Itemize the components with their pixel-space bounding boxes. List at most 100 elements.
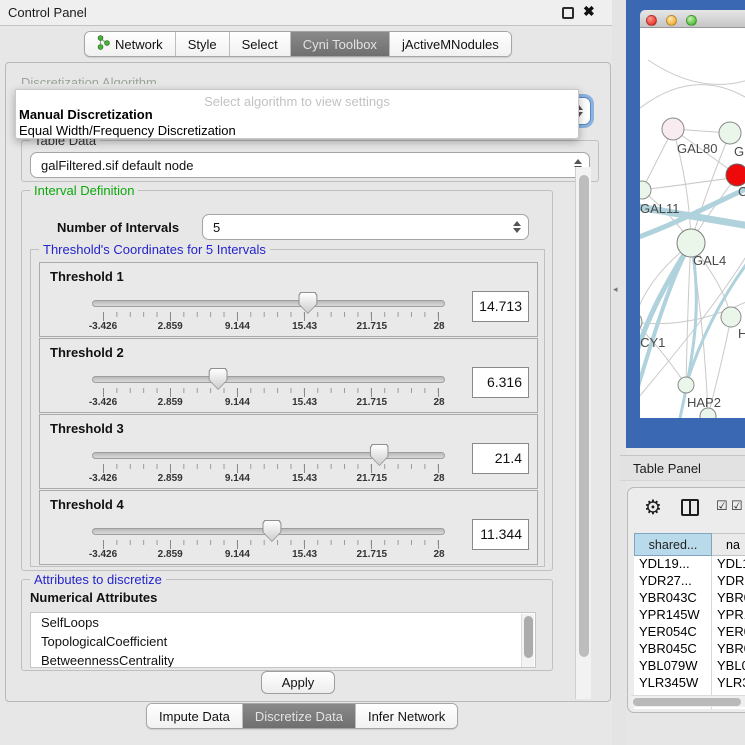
tab-network[interactable]: Network <box>85 32 176 56</box>
close-icon[interactable]: ✖ <box>583 3 595 20</box>
node-top-right[interactable] <box>719 122 741 144</box>
select-some-checkbox-icon[interactable]: ☑ <box>731 498 743 514</box>
threshold-4-value[interactable]: 11.344 <box>472 519 529 550</box>
table-row[interactable]: YLR345WYLR3 <box>634 675 745 692</box>
select-all-checkbox-icon[interactable]: ☑ <box>716 498 728 514</box>
tick-label: 15.43 <box>292 397 317 408</box>
table-row[interactable]: YBR043CYBR0 <box>634 590 745 607</box>
slider-thumb[interactable] <box>209 368 228 390</box>
apply-button[interactable]: Apply <box>261 671 335 694</box>
table-cell[interactable]: YBR0 <box>712 590 745 607</box>
node-hap2[interactable] <box>678 377 694 393</box>
tab-discretize-data[interactable]: Discretize Data <box>243 704 356 728</box>
slider-major-ticks <box>103 540 439 549</box>
threshold-3-slider[interactable]: -3.4262.8599.14415.4321.71528 <box>92 445 445 487</box>
table-row[interactable]: YDL19...YDL1 <box>634 556 745 573</box>
tab-select[interactable]: Select <box>230 32 291 56</box>
algorithm-popup: Select algorithm to view settings Manual… <box>15 89 579 139</box>
slider-track[interactable] <box>92 300 445 307</box>
attribute-item[interactable]: SelfLoops <box>31 613 535 632</box>
table-cell[interactable]: YER0 <box>712 624 745 641</box>
slider-tick-labels: -3.4262.8599.14415.4321.71528 <box>103 397 439 411</box>
table-cell[interactable]: YDL1 <box>712 556 745 573</box>
panel-splitter[interactable] <box>612 0 626 745</box>
gear-icon[interactable]: ⚙ <box>644 495 662 520</box>
attributes-group: Attributes to discretize Numerical Attri… <box>21 579 553 671</box>
threshold-2-value[interactable]: 6.316 <box>472 367 529 398</box>
slider-thumb[interactable] <box>298 292 317 314</box>
table-cell[interactable]: YLR3 <box>712 675 745 692</box>
slider-tick-labels: -3.4262.8599.14415.4321.71528 <box>103 321 439 335</box>
tab-cyni-toolbox[interactable]: Cyni Toolbox <box>291 32 390 56</box>
table-row[interactable]: YBL079WYBL0 <box>634 658 745 675</box>
tick-label: 28 <box>433 321 444 332</box>
tick-label: 9.144 <box>225 473 250 484</box>
table-cell[interactable]: YBR0 <box>712 641 745 658</box>
network-canvas[interactable]: GAL80 G C GAL11 GAL4 GCY1 H HAP2 <box>640 28 745 418</box>
table-cell[interactable]: YLR345W <box>634 675 712 692</box>
tick-label: -3.426 <box>89 473 117 484</box>
attribute-item[interactable]: TopologicalCoefficient <box>31 632 535 651</box>
table-data-combobox[interactable]: galFiltered.sif default node <box>30 152 590 178</box>
tick-label: 15.43 <box>292 549 317 560</box>
threshold-4-slider[interactable]: -3.4262.8599.14415.4321.71528 <box>92 521 445 563</box>
tick-label: 2.859 <box>158 473 183 484</box>
minimize-traffic-light[interactable] <box>666 15 677 26</box>
splitter-handle-icon[interactable]: ◂ <box>613 284 618 295</box>
node-red-selected[interactable] <box>726 164 745 186</box>
node-gal80[interactable] <box>662 118 684 140</box>
slider-thumb[interactable] <box>262 520 281 542</box>
tick-label: 9.144 <box>225 549 250 560</box>
table-row[interactable]: YBR045CYBR0 <box>634 641 745 658</box>
zoom-traffic-light[interactable] <box>686 15 697 26</box>
panel-scrollbar[interactable] <box>575 167 591 699</box>
tab-infer-network[interactable]: Infer Network <box>356 704 457 728</box>
node-right-mid[interactable] <box>721 307 741 327</box>
list-scrollbar[interactable] <box>521 614 534 668</box>
table-cell[interactable]: YPR145W <box>634 607 712 624</box>
table-cell[interactable]: YDL19... <box>634 556 712 573</box>
node-label-fragment-h: H <box>738 326 745 341</box>
column-header-shared-name[interactable]: shared... <box>634 533 712 556</box>
threshold-4-label: Threshold 4 <box>50 497 124 512</box>
tab-jactivemnodules[interactable]: jActiveMNodules <box>390 32 511 56</box>
number-of-intervals-combobox[interactable]: 5 <box>202 214 529 240</box>
table-cell[interactable]: YDR27... <box>634 573 712 590</box>
column-header-name[interactable]: na <box>712 533 745 556</box>
threshold-1-slider[interactable]: -3.4262.8599.14415.4321.71528 <box>92 293 445 335</box>
table-cell[interactable]: YBL0 <box>712 658 745 675</box>
threshold-1-value[interactable]: 14.713 <box>472 291 529 322</box>
columns-icon[interactable] <box>681 499 699 516</box>
threshold-2-slider[interactable]: -3.4262.8599.14415.4321.71528 <box>92 369 445 411</box>
popup-item-manual-discretization[interactable]: Manual Discretization <box>19 107 153 122</box>
table-row[interactable]: YPR145WYPR1 <box>634 607 745 624</box>
table-hscroll-thumb[interactable] <box>633 698 741 706</box>
node-label-gcy1: GCY1 <box>640 335 665 350</box>
table-cell[interactable]: YBR043C <box>634 590 712 607</box>
slider-track[interactable] <box>92 376 445 383</box>
attribute-item[interactable]: BetweennessCentrality <box>31 651 535 668</box>
numerical-attributes-list[interactable]: SelfLoopsTopologicalCoefficientBetweenne… <box>30 612 536 668</box>
slider-tick-labels: -3.4262.8599.14415.4321.71528 <box>103 549 439 563</box>
table-hscrollbar[interactable] <box>631 695 745 707</box>
popup-item-equal-width[interactable]: Equal Width/Frequency Discretization <box>19 123 236 138</box>
slider-track[interactable] <box>92 452 445 459</box>
table-row[interactable]: YDR27...YDR2 <box>634 573 745 590</box>
panel-scroll-thumb[interactable] <box>579 175 589 657</box>
table-cell[interactable]: YER054C <box>634 624 712 641</box>
table-data-selected: galFiltered.sif default node <box>41 158 193 173</box>
list-scroll-thumb[interactable] <box>524 616 533 658</box>
node-label-gal80: GAL80 <box>677 141 717 156</box>
slider-thumb[interactable] <box>370 444 389 466</box>
network-window-titlebar[interactable] <box>640 10 745 28</box>
tab-style[interactable]: Style <box>176 32 230 56</box>
tab-impute-data[interactable]: Impute Data <box>147 704 243 728</box>
table-cell[interactable]: YBR045C <box>634 641 712 658</box>
threshold-3-value[interactable]: 21.4 <box>472 443 529 474</box>
table-cell[interactable]: YPR1 <box>712 607 745 624</box>
close-traffic-light[interactable] <box>646 15 657 26</box>
table-cell[interactable]: YBL079W <box>634 658 712 675</box>
float-window-icon[interactable] <box>562 7 574 19</box>
table-cell[interactable]: YDR2 <box>712 573 745 590</box>
table-row[interactable]: YER054CYER0 <box>634 624 745 641</box>
